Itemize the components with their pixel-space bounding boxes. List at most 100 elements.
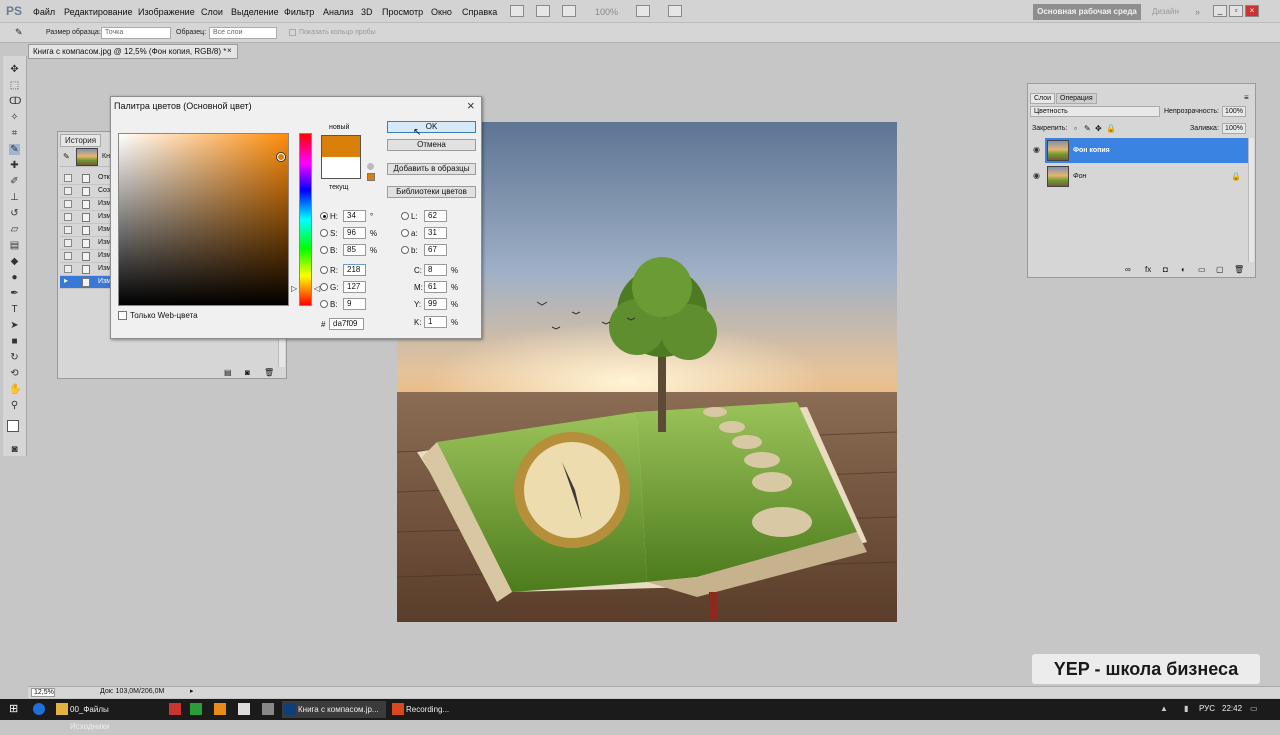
visibility-eye-icon[interactable]: ◉ bbox=[1033, 145, 1040, 154]
link-layers-icon[interactable]: ∞ bbox=[1125, 265, 1131, 274]
workspace-button[interactable]: Основная рабочая среда bbox=[1033, 4, 1141, 20]
radio-h[interactable] bbox=[320, 212, 328, 220]
zoom-tool-icon[interactable]: ⚲ bbox=[9, 400, 20, 411]
more-workspaces-icon[interactable]: » bbox=[1195, 7, 1200, 17]
layers-scrollbar[interactable] bbox=[1248, 138, 1254, 262]
history-checkbox[interactable] bbox=[64, 200, 72, 208]
mail-icon[interactable] bbox=[238, 703, 250, 715]
close-icon[interactable]: × bbox=[1245, 5, 1259, 17]
trash-icon[interactable]: 🗑 bbox=[264, 368, 274, 377]
zoom-level[interactable]: 100% bbox=[595, 7, 618, 17]
network-icon[interactable]: ▮ bbox=[1184, 704, 1188, 713]
history-checkbox[interactable] bbox=[64, 226, 72, 234]
bridge-icon[interactable] bbox=[510, 5, 524, 17]
input-m[interactable]: 61 bbox=[424, 281, 447, 293]
menu-help[interactable]: Справка bbox=[462, 7, 497, 17]
lasso-tool-icon[interactable]: ↀ bbox=[9, 96, 21, 107]
visibility-eye-icon[interactable]: ◉ bbox=[1033, 171, 1040, 180]
screen-mode-icon[interactable] bbox=[668, 5, 682, 17]
crop-tool-icon[interactable]: ⌗ bbox=[9, 128, 20, 139]
history-checkbox[interactable] bbox=[64, 265, 72, 273]
delete-layer-icon[interactable]: 🗑 bbox=[1234, 265, 1244, 274]
radio-r[interactable] bbox=[320, 266, 328, 274]
document-tab[interactable]: Книга с компасом.jpg @ 12,5% (Фон копия,… bbox=[28, 44, 238, 59]
cancel-button[interactable]: Отмена bbox=[387, 139, 476, 151]
history-checkbox[interactable] bbox=[64, 213, 72, 221]
new-group-icon[interactable]: ▭ bbox=[1198, 265, 1206, 274]
foreground-color-swatch[interactable] bbox=[7, 420, 19, 432]
layer-row[interactable]: Фон 🔒 bbox=[1045, 164, 1248, 189]
design-workspace[interactable]: Дизайн bbox=[1152, 7, 1179, 16]
tab-layers[interactable]: Слои bbox=[1030, 93, 1056, 104]
fill-input[interactable]: 100% bbox=[1222, 123, 1246, 134]
eyedropper-icon[interactable]: ✎ bbox=[15, 27, 23, 38]
lock-position-icon[interactable]: ✥ bbox=[1095, 124, 1102, 133]
brush-tool-icon[interactable]: ✐ bbox=[9, 176, 20, 187]
input-k[interactable]: 1 bbox=[424, 316, 447, 328]
input-s[interactable]: 96 bbox=[343, 227, 366, 239]
shape-tool-icon[interactable]: ■ bbox=[9, 336, 20, 347]
menu-analysis[interactable]: Анализ bbox=[323, 7, 353, 17]
minibridge-icon[interactable] bbox=[536, 5, 550, 17]
path-select-icon[interactable]: ➤ bbox=[9, 320, 20, 331]
3d-orbit-icon[interactable]: ⟲ bbox=[9, 368, 20, 379]
arrange-icon[interactable] bbox=[636, 5, 650, 17]
radio-lab-b[interactable] bbox=[401, 246, 409, 254]
new-document-icon[interactable]: ▤ bbox=[224, 368, 232, 377]
layer-row-selected[interactable]: Фон копия bbox=[1045, 138, 1248, 163]
lock-pixels-icon[interactable]: ✎ bbox=[1084, 124, 1091, 133]
menu-select[interactable]: Выделение bbox=[231, 7, 279, 17]
history-checkbox[interactable] bbox=[64, 187, 72, 195]
history-brush-icon[interactable]: ↺ bbox=[9, 208, 20, 219]
ring-checkbox[interactable] bbox=[289, 29, 296, 36]
notifications-icon[interactable]: ▭ bbox=[1250, 704, 1258, 713]
menu-3d[interactable]: 3D bbox=[361, 7, 373, 17]
radio-g[interactable] bbox=[320, 283, 328, 291]
opera-icon[interactable] bbox=[169, 703, 181, 715]
layer-mask-icon[interactable]: ◘ bbox=[1163, 265, 1168, 274]
calculator-icon[interactable] bbox=[262, 703, 274, 715]
taskbar-explorer[interactable]: 00_Файлы Исходники bbox=[54, 701, 150, 731]
menu-image[interactable]: Изображение bbox=[138, 7, 195, 17]
close-tab-icon[interactable]: × bbox=[227, 46, 232, 55]
hand-tool-icon[interactable]: ✋ bbox=[9, 384, 21, 395]
status-arrow-icon[interactable]: ▸ bbox=[190, 687, 194, 695]
app-icon[interactable] bbox=[190, 703, 202, 715]
marquee-tool-icon[interactable]: ⬚ bbox=[9, 80, 20, 91]
dialog-close-icon[interactable]: × bbox=[467, 98, 475, 113]
opacity-input[interactable]: 100% bbox=[1222, 106, 1246, 117]
healing-brush-icon[interactable]: ✚ bbox=[9, 160, 20, 171]
history-checkbox[interactable] bbox=[64, 252, 72, 260]
web-safe-cube-icon[interactable] bbox=[367, 163, 374, 170]
quick-select-icon[interactable]: ✧ bbox=[9, 112, 20, 123]
type-tool-icon[interactable]: T bbox=[9, 304, 20, 315]
3d-rotate-icon[interactable]: ↻ bbox=[9, 352, 20, 363]
input-y[interactable]: 99 bbox=[424, 298, 447, 310]
input-l[interactable]: 62 bbox=[424, 210, 447, 222]
move-tool-icon[interactable]: ✥ bbox=[9, 64, 20, 75]
history-checkbox[interactable] bbox=[64, 174, 72, 182]
tab-actions[interactable]: Операция bbox=[1056, 93, 1097, 104]
eraser-tool-icon[interactable]: ▱ bbox=[9, 224, 20, 235]
input-a[interactable]: 31 bbox=[424, 227, 447, 239]
sample-size-select[interactable]: Точка bbox=[101, 27, 171, 39]
input-g[interactable]: 127 bbox=[343, 281, 366, 293]
clock[interactable]: 22:42 bbox=[1222, 704, 1242, 713]
ie-icon[interactable] bbox=[33, 703, 45, 715]
radio-l[interactable] bbox=[401, 212, 409, 220]
extras-icon[interactable] bbox=[562, 5, 576, 17]
color-libraries-button[interactable]: Библиотеки цветов bbox=[387, 186, 476, 198]
web-safe-swatch[interactable] bbox=[367, 173, 375, 181]
new-layer-icon[interactable]: ▢ bbox=[1216, 265, 1224, 274]
input-b[interactable]: 85 bbox=[343, 244, 366, 256]
quick-mask-icon[interactable]: ◙ bbox=[9, 444, 20, 455]
input-r[interactable]: 218 bbox=[343, 264, 366, 276]
firefox-icon[interactable] bbox=[214, 703, 226, 715]
current-color-swatch[interactable] bbox=[321, 157, 361, 179]
new-snapshot-icon[interactable]: ◙ bbox=[245, 368, 250, 377]
input-blue[interactable]: 9 bbox=[343, 298, 366, 310]
ok-button[interactable]: OK bbox=[387, 121, 476, 133]
history-tab[interactable]: История bbox=[60, 134, 102, 147]
sample-select[interactable]: Все слои bbox=[209, 27, 277, 39]
menu-file[interactable]: Файл bbox=[33, 7, 55, 17]
